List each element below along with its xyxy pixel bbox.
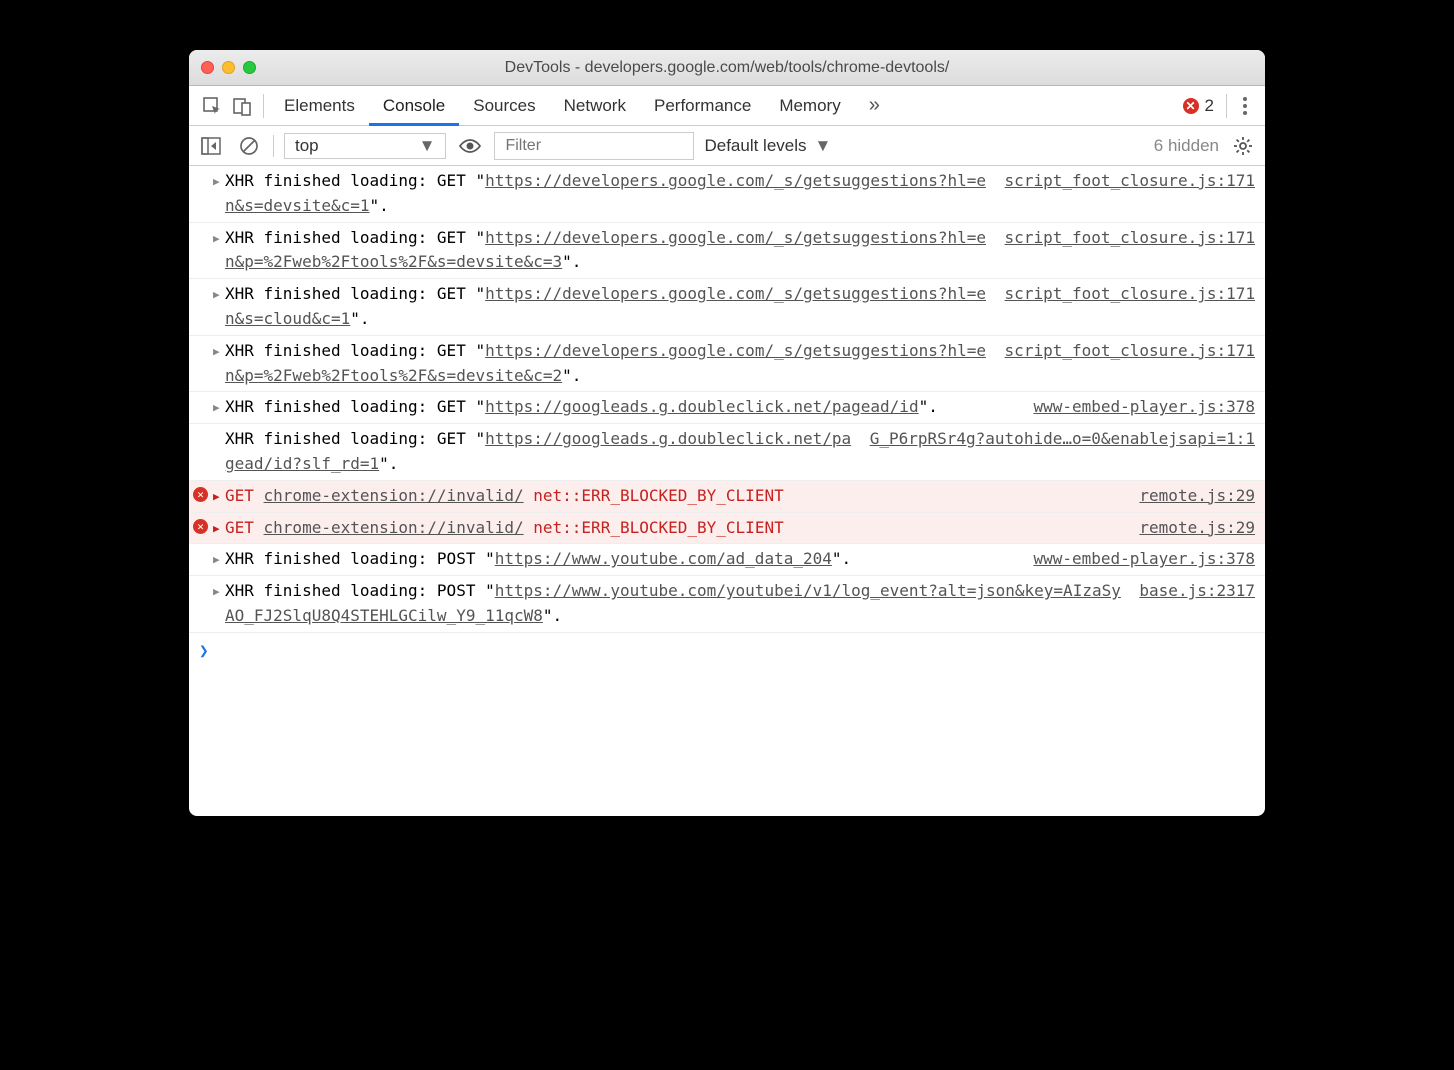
tab-performance[interactable]: Performance: [640, 86, 765, 126]
source-link[interactable]: script_foot_closure.js:171: [1005, 339, 1255, 389]
disclosure-icon[interactable]: ▶: [213, 551, 220, 568]
console-output: ▶ XHR finished loading: GET "https://deve…: [189, 166, 1265, 816]
tab-elements[interactable]: Elements: [270, 86, 369, 126]
device-toolbar-icon[interactable]: [227, 96, 257, 116]
console-row[interactable]: ▶ XHR finished loading: GET "https://deve…: [189, 336, 1265, 393]
clear-console-icon[interactable]: [235, 132, 263, 160]
log-message: XHR finished loading: GET "https://devel…: [225, 226, 991, 276]
console-prompt[interactable]: ❯: [189, 633, 1265, 670]
console-settings-icon[interactable]: [1229, 136, 1257, 156]
log-message: XHR finished loading: GET "https://devel…: [225, 169, 991, 219]
disclosure-icon[interactable]: ▶: [213, 343, 220, 360]
source-link[interactable]: www-embed-player.js:378: [1033, 547, 1255, 572]
show-console-sidebar-icon[interactable]: [197, 132, 225, 160]
context-label: top: [295, 136, 319, 156]
settings-menu-icon[interactable]: [1233, 97, 1257, 115]
disclosure-icon[interactable]: ▶: [213, 230, 220, 247]
disclosure-icon[interactable]: ▶: [213, 399, 220, 416]
error-icon: ✕: [193, 519, 208, 534]
dropdown-icon: ▼: [815, 136, 832, 156]
error-icon: ✕: [1183, 98, 1199, 114]
live-expression-icon[interactable]: [456, 132, 484, 160]
log-message: XHR finished loading: GET "https://googl…: [225, 427, 856, 477]
disclosure-icon[interactable]: ▶: [213, 488, 220, 505]
log-message: GET chrome-extension://invalid/ net::ERR…: [225, 516, 1125, 541]
context-selector[interactable]: top ▼: [284, 133, 446, 159]
hidden-count[interactable]: 6 hidden: [1154, 136, 1219, 156]
zoom-window-button[interactable]: [243, 61, 256, 74]
console-row[interactable]: ▶ XHR finished loading: GET "https://deve…: [189, 166, 1265, 223]
console-row[interactable]: ▶ XHR finished loading: POST "https://www…: [189, 544, 1265, 576]
console-row[interactable]: ✕ ▶ GET chrome-extension://invalid/ net::E…: [189, 513, 1265, 545]
source-link[interactable]: base.js:2317: [1139, 579, 1255, 629]
console-row[interactable]: ▶ XHR finished loading: GET "https://deve…: [189, 279, 1265, 336]
close-window-button[interactable]: [201, 61, 214, 74]
disclosure-icon[interactable]: ▶: [213, 286, 220, 303]
source-link[interactable]: script_foot_closure.js:171: [1005, 169, 1255, 219]
window-title: DevTools - developers.google.com/web/too…: [189, 59, 1265, 77]
disclosure-icon[interactable]: ▶: [213, 520, 220, 537]
disclosure-icon[interactable]: ▶: [213, 583, 220, 600]
console-row[interactable]: ✕ ▶ GET chrome-extension://invalid/ net::E…: [189, 481, 1265, 513]
log-message: XHR finished loading: POST "https://www.…: [225, 579, 1125, 629]
disclosure-icon[interactable]: ▶: [213, 173, 220, 190]
error-count: 2: [1205, 96, 1214, 116]
inspect-element-icon[interactable]: [197, 96, 227, 116]
source-link[interactable]: remote.js:29: [1139, 516, 1255, 541]
console-row[interactable]: ▶ XHR finished loading: POST "https://www…: [189, 576, 1265, 633]
console-toolbar: top ▼ Default levels ▼ 6 hidden: [189, 126, 1265, 166]
source-link[interactable]: www-embed-player.js:378: [1033, 395, 1255, 420]
titlebar: DevTools - developers.google.com/web/too…: [189, 50, 1265, 86]
tab-console[interactable]: Console: [369, 86, 459, 126]
error-count-badge[interactable]: ✕ 2: [1183, 96, 1214, 116]
log-levels-selector[interactable]: Default levels ▼: [704, 136, 831, 156]
tab-memory[interactable]: Memory: [765, 86, 854, 126]
tab-network[interactable]: Network: [550, 86, 640, 126]
log-message: XHR finished loading: GET "https://devel…: [225, 282, 991, 332]
source-link[interactable]: script_foot_closure.js:171: [1005, 282, 1255, 332]
levels-label: Default levels: [704, 136, 806, 156]
log-message: XHR finished loading: GET "https://googl…: [225, 395, 1019, 420]
error-icon: ✕: [193, 487, 208, 502]
source-link[interactable]: G_P6rpRSr4g?autohide…o=0&enablejsapi=1:1: [870, 427, 1255, 477]
tabbar: Elements Console Sources Network Perform…: [189, 86, 1265, 126]
dropdown-icon: ▼: [419, 136, 436, 156]
console-row[interactable]: ▶ XHR finished loading: GET "https://deve…: [189, 223, 1265, 280]
window-controls: [201, 61, 256, 74]
source-link[interactable]: remote.js:29: [1139, 484, 1255, 509]
console-row[interactable]: ▶ XHR finished loading: GET "https://goog…: [189, 392, 1265, 424]
tab-sources[interactable]: Sources: [459, 86, 549, 126]
log-message: GET chrome-extension://invalid/ net::ERR…: [225, 484, 1125, 509]
minimize-window-button[interactable]: [222, 61, 235, 74]
devtools-window: DevTools - developers.google.com/web/too…: [189, 50, 1265, 816]
more-tabs-icon[interactable]: »: [855, 86, 894, 126]
log-message: XHR finished loading: GET "https://devel…: [225, 339, 991, 389]
source-link[interactable]: script_foot_closure.js:171: [1005, 226, 1255, 276]
filter-input[interactable]: [494, 132, 694, 160]
log-message: XHR finished loading: POST "https://www.…: [225, 547, 1019, 572]
console-row[interactable]: XHR finished loading: GET "https://googl…: [189, 424, 1265, 481]
